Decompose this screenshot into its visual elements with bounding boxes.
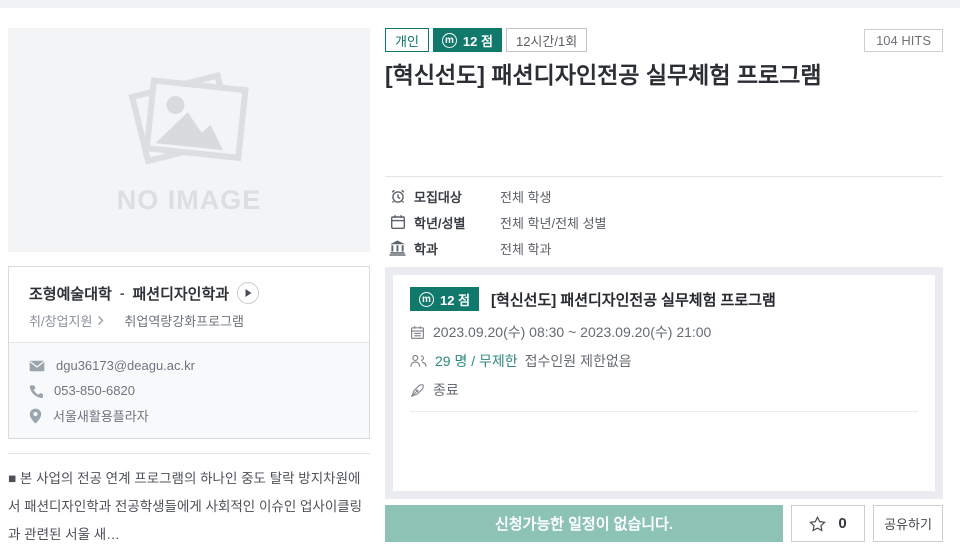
program-description: ■ 본 사업의 전공 연계 프로그램의 하나인 중도 탈락 방지차원에서 패션디… (8, 465, 370, 549)
calendar-icon (389, 214, 406, 230)
department-name: 패션디자인학과 (132, 283, 229, 304)
schedule-date-row: 2023.09.20(수) 08:30 ~ 2023.09.20(수) 21:0… (410, 322, 918, 342)
favorite-button[interactable]: 0 (791, 505, 865, 542)
calendar-icon (410, 325, 425, 340)
category-label: 취/창업지원 (29, 311, 92, 330)
schedule-points-badge: m 12 점 (410, 287, 479, 311)
people-icon (410, 354, 427, 368)
schedule-capacity: 29 명 / 무제한 (435, 351, 518, 371)
main-content: 개인 m 12 점 12시간/1회 104 HITS [혁신선도] 패션디자인전… (385, 28, 943, 551)
expand-org-button[interactable] (237, 282, 259, 304)
contact-email-row: dgu36173@deagu.ac.kr (29, 353, 349, 378)
badge-points-label: 12 점 (463, 31, 493, 50)
contact-phone: 053-850-6820 (54, 383, 135, 398)
badge-personal: 개인 (385, 28, 429, 52)
star-icon (809, 516, 826, 532)
details-section: 모집대상 전체 학생 학년/성별 전체 학년/전체 성별 (385, 177, 943, 267)
page-title: [혁신선도] 패션디자인전공 실무체험 프로그램 (385, 61, 943, 89)
detail-value: 전체 학과 (500, 239, 551, 258)
left-sidebar: NO IMAGE 조형예술대학 - 패션디자인학과 취/창업지원 (8, 28, 370, 551)
hits-badge: 104 HITS (864, 29, 943, 52)
left-divider (8, 453, 370, 454)
contact-phone-row: 053-850-6820 (29, 378, 349, 403)
bank-icon (389, 240, 406, 256)
badges-row: 개인 m 12 점 12시간/1회 104 HITS (385, 28, 943, 52)
schedule-points-label: 12 점 (440, 290, 470, 309)
schedule-date-range: 2023.09.20(수) 08:30 ~ 2023.09.20(수) 21:0… (433, 322, 711, 342)
schedule-title: [혁신선도] 패션디자인전공 실무체험 프로그램 (491, 289, 776, 310)
schedule-item[interactable]: m 12 점 [혁신선도] 패션디자인전공 실무체험 프로그램 (393, 275, 935, 491)
mail-icon (29, 360, 45, 372)
contact-location: 서울새활용플라자 (53, 406, 149, 425)
college-name: 조형예술대학 (29, 283, 112, 304)
badge-duration: 12시간/1회 (506, 28, 587, 52)
detail-row-department: 학과 전체 학과 (385, 239, 943, 257)
alarm-clock-icon (389, 188, 406, 204)
schedule-status: 종료 (433, 380, 459, 400)
schedule-status-row: 종료 (410, 380, 918, 400)
share-button[interactable]: 공유하기 (873, 505, 943, 542)
detail-label: 학년/성별 (414, 213, 500, 232)
detail-value: 전체 학생 (500, 187, 551, 206)
contact-location-row: 서울새활용플라자 (29, 403, 349, 428)
contact-section: dgu36173@deagu.ac.kr 053-850-6820 서울새활용플… (9, 342, 369, 438)
detail-value: 전체 학년/전체 성별 (500, 213, 607, 232)
location-pin-icon (29, 408, 42, 424)
m-circle-icon: m (442, 33, 457, 48)
m-circle-icon: m (419, 292, 434, 307)
subcategory-label: 취업역량강화프로그램 (124, 311, 244, 330)
organization-card: 조형예술대학 - 패션디자인학과 취/창업지원 취업역량강화프로그램 (8, 266, 370, 439)
program-detail-page: NO IMAGE 조형예술대학 - 패션디자인학과 취/창업지원 (0, 8, 960, 551)
schedule-capacity-note: 접수인원 제한없음 (525, 351, 632, 371)
phone-icon (29, 384, 43, 398)
favorite-count: 0 (838, 515, 846, 532)
detail-label: 학과 (414, 239, 500, 258)
badge-points: m 12 점 (433, 28, 502, 52)
org-separator: - (120, 285, 125, 301)
no-image-label: NO IMAGE (117, 185, 262, 216)
action-bar: 신청가능한 일정이 없습니다. 0 공유하기 (385, 505, 943, 542)
detail-label: 모집대상 (414, 187, 500, 206)
schedule-inner-divider (410, 411, 918, 412)
detail-row-target: 모집대상 전체 학생 (385, 187, 943, 205)
pen-icon (410, 383, 425, 398)
photo-frames-icon (114, 65, 264, 175)
detail-row-grade-gender: 학년/성별 전체 학년/전체 성별 (385, 213, 943, 231)
apply-button[interactable]: 신청가능한 일정이 없습니다. (385, 505, 783, 542)
contact-email: dgu36173@deagu.ac.kr (56, 358, 195, 373)
no-image-placeholder: NO IMAGE (8, 28, 370, 252)
organization-header: 조형예술대학 - 패션디자인학과 취/창업지원 취업역량강화프로그램 (9, 267, 369, 342)
chevron-right-icon (97, 315, 104, 326)
schedule-list: m 12 점 [혁신선도] 패션디자인전공 실무체험 프로그램 (385, 267, 943, 499)
schedule-capacity-row: 29 명 / 무제한 접수인원 제한없음 (410, 351, 918, 371)
top-strip (0, 0, 960, 8)
play-icon (243, 288, 253, 298)
